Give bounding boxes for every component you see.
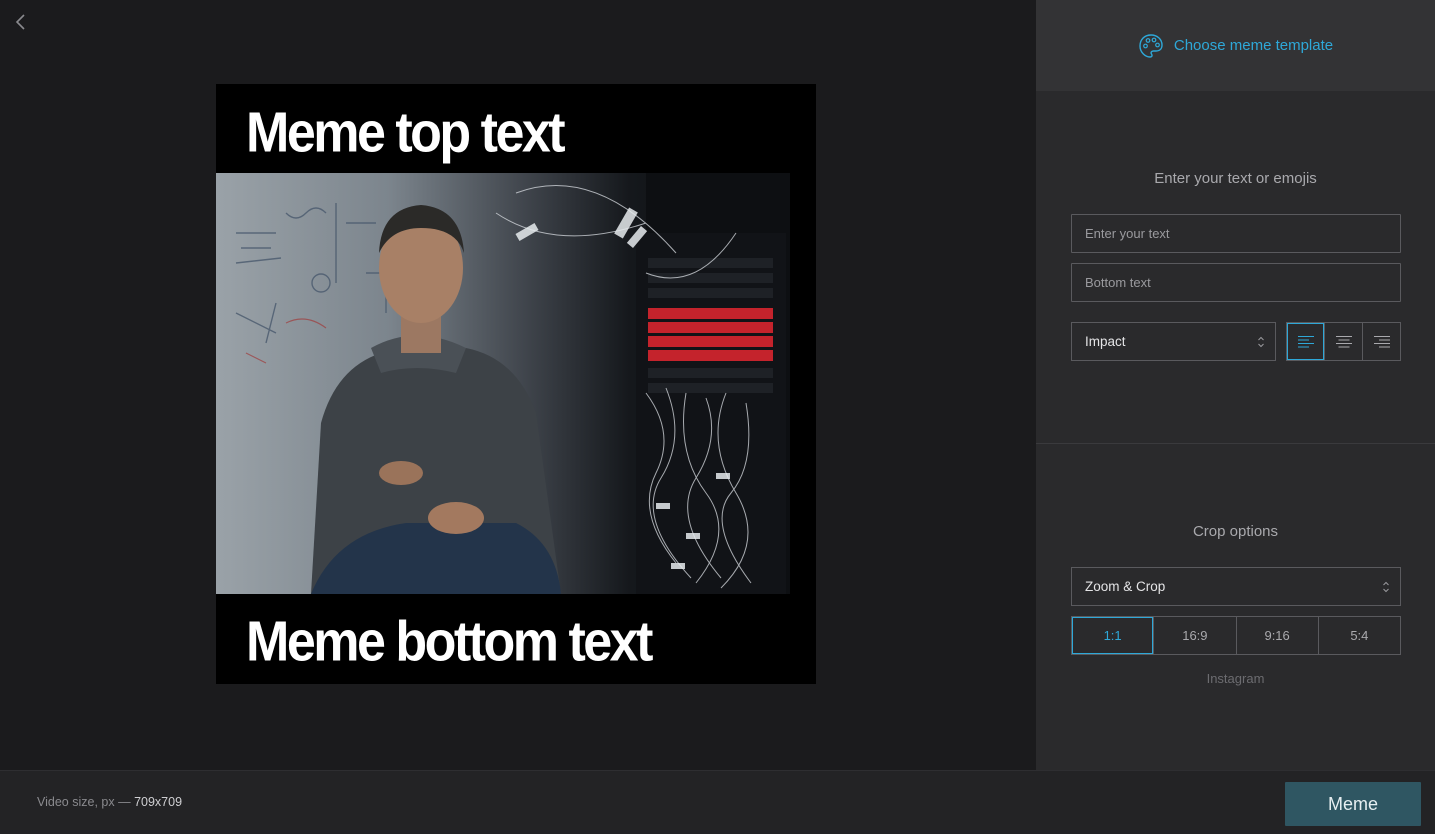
align-center-icon [1335,335,1352,347]
align-left-icon [1297,335,1314,347]
text-section-title: Enter your text or emojis [1154,170,1317,187]
preview-stage: Meme top text Meme bottom text [0,0,1036,770]
ratio-9-16-button[interactable]: 9:16 [1235,617,1318,654]
choose-template-button[interactable]: Choose meme template [1036,0,1435,91]
font-select-value: Impact [1085,334,1126,349]
choose-template-label: Choose meme template [1173,37,1334,54]
align-left-button[interactable] [1287,323,1324,360]
aspect-ratio-group: 1:1 16:9 9:16 5:4 [1071,616,1401,655]
font-select[interactable]: Impact [1071,322,1276,361]
ratio-16-9-button[interactable]: 16:9 [1153,617,1235,654]
create-meme-button[interactable]: Meme [1285,782,1421,826]
crop-section-title: Crop options [1192,523,1279,540]
video-size-label: Video size, px [37,795,115,809]
top-text-input[interactable]: Enter your text [1071,214,1401,253]
ratio-1-1-button[interactable]: 1:1 [1072,617,1154,654]
panel-divider [1036,443,1435,444]
video-size-separator: — [118,795,131,809]
video-size-value: 709x709 [134,795,183,809]
ratio-caption: Instagram [1206,671,1265,686]
meme-bottom-text: Meme bottom text [246,610,653,674]
app-root: Meme top text Meme bottom text Choose me… [0,0,1435,834]
video-size-info: Video size, px — 709x709 [37,795,182,809]
align-right-button[interactable] [1362,323,1400,360]
settings-panel: Choose meme template Enter your text or … [1036,0,1435,770]
crop-mode-value: Zoom & Crop [1085,579,1166,594]
text-alignment-group [1286,322,1401,361]
meme-photo [216,173,790,594]
back-button[interactable] [10,11,30,33]
select-caret-icon [1383,581,1389,593]
chevron-left-icon [15,14,25,30]
ratio-5-4-button[interactable]: 5:4 [1317,617,1400,654]
align-center-button[interactable] [1324,323,1362,360]
photo-illustration [235,173,790,594]
footer-bar: Video size, px — 709x709 Meme [0,770,1435,834]
align-right-icon [1373,335,1390,347]
bottom-text-input[interactable]: Bottom text [1071,263,1401,302]
crop-mode-select[interactable]: Zoom & Crop [1071,567,1401,606]
select-caret-icon [1258,336,1264,348]
palette-icon [1139,33,1163,58]
meme-canvas: Meme top text Meme bottom text [216,84,816,684]
meme-top-text: Meme top text [246,101,566,165]
